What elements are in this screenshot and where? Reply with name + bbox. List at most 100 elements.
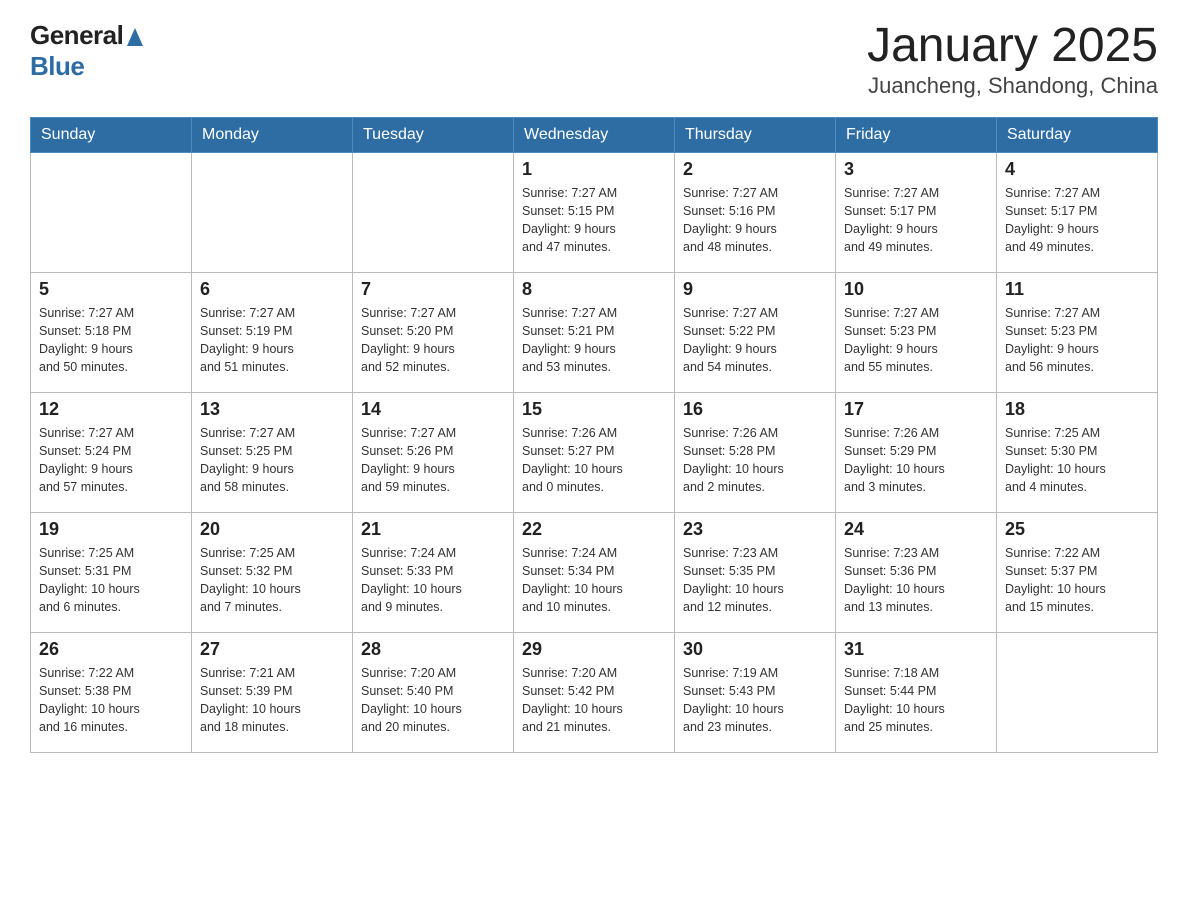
day-info: Sunrise: 7:24 AMSunset: 5:34 PMDaylight:…: [522, 544, 666, 617]
day-number: 30: [683, 639, 827, 660]
table-row: 15 Sunrise: 7:26 AMSunset: 5:27 PMDayligh…: [514, 392, 675, 512]
day-info: Sunrise: 7:27 AMSunset: 5:20 PMDaylight:…: [361, 304, 505, 377]
day-number: 12: [39, 399, 183, 420]
day-number: 27: [200, 639, 344, 660]
day-number: 2: [683, 159, 827, 180]
day-info: Sunrise: 7:26 AMSunset: 5:28 PMDaylight:…: [683, 424, 827, 497]
table-row: 19 Sunrise: 7:25 AMSunset: 5:31 PMDayligh…: [31, 512, 192, 632]
day-info: Sunrise: 7:27 AMSunset: 5:26 PMDaylight:…: [361, 424, 505, 497]
day-number: 8: [522, 279, 666, 300]
title-block: January 2025 Juancheng, Shandong, China: [867, 20, 1158, 99]
header-friday: Friday: [836, 117, 997, 152]
logo-blue-text: Blue: [30, 51, 84, 81]
table-row: 5 Sunrise: 7:27 AMSunset: 5:18 PMDaylight…: [31, 272, 192, 392]
day-info: Sunrise: 7:27 AMSunset: 5:15 PMDaylight:…: [522, 184, 666, 257]
table-row: 12 Sunrise: 7:27 AMSunset: 5:24 PMDayligh…: [31, 392, 192, 512]
day-info: Sunrise: 7:27 AMSunset: 5:22 PMDaylight:…: [683, 304, 827, 377]
logo: General Blue: [30, 20, 145, 82]
table-row: 25Sunrise: 7:22 AMSunset: 5:37 PMDayligh…: [997, 512, 1158, 632]
day-info: Sunrise: 7:26 AMSunset: 5:29 PMDaylight:…: [844, 424, 988, 497]
day-number: 13: [200, 399, 344, 420]
table-row: [192, 152, 353, 272]
day-number: 3: [844, 159, 988, 180]
day-number: 4: [1005, 159, 1149, 180]
calendar-week-row: 12 Sunrise: 7:27 AMSunset: 5:24 PMDayligh…: [31, 392, 1158, 512]
day-info: Sunrise: 7:18 AMSunset: 5:44 PMDaylight:…: [844, 664, 988, 737]
day-info: Sunrise: 7:27 AMSunset: 5:23 PMDaylight:…: [1005, 304, 1149, 377]
header-tuesday: Tuesday: [353, 117, 514, 152]
day-info: Sunrise: 7:27 AMSunset: 5:24 PMDaylight:…: [39, 424, 183, 497]
table-row: 23Sunrise: 7:23 AMSunset: 5:35 PMDayligh…: [675, 512, 836, 632]
day-number: 5: [39, 279, 183, 300]
table-row: 21 Sunrise: 7:24 AMSunset: 5:33 PMDayligh…: [353, 512, 514, 632]
calendar-week-row: 26Sunrise: 7:22 AMSunset: 5:38 PMDayligh…: [31, 632, 1158, 752]
day-number: 20: [200, 519, 344, 540]
table-row: 2 Sunrise: 7:27 AMSunset: 5:16 PMDaylight…: [675, 152, 836, 272]
day-info: Sunrise: 7:27 AMSunset: 5:17 PMDaylight:…: [844, 184, 988, 257]
table-row: 13 Sunrise: 7:27 AMSunset: 5:25 PMDayligh…: [192, 392, 353, 512]
day-info: Sunrise: 7:27 AMSunset: 5:21 PMDaylight:…: [522, 304, 666, 377]
day-info: Sunrise: 7:27 AMSunset: 5:25 PMDaylight:…: [200, 424, 344, 497]
table-row: 26Sunrise: 7:22 AMSunset: 5:38 PMDayligh…: [31, 632, 192, 752]
day-info: Sunrise: 7:25 AMSunset: 5:31 PMDaylight:…: [39, 544, 183, 617]
day-number: 21: [361, 519, 505, 540]
table-row: 17 Sunrise: 7:26 AMSunset: 5:29 PMDayligh…: [836, 392, 997, 512]
day-number: 29: [522, 639, 666, 660]
day-info: Sunrise: 7:22 AMSunset: 5:38 PMDaylight:…: [39, 664, 183, 737]
table-row: 9 Sunrise: 7:27 AMSunset: 5:22 PMDaylight…: [675, 272, 836, 392]
day-number: 19: [39, 519, 183, 540]
table-row: 30Sunrise: 7:19 AMSunset: 5:43 PMDayligh…: [675, 632, 836, 752]
table-row: 22Sunrise: 7:24 AMSunset: 5:34 PMDayligh…: [514, 512, 675, 632]
table-row: 14Sunrise: 7:27 AMSunset: 5:26 PMDayligh…: [353, 392, 514, 512]
day-number: 9: [683, 279, 827, 300]
table-row: 7Sunrise: 7:27 AMSunset: 5:20 PMDaylight…: [353, 272, 514, 392]
day-info: Sunrise: 7:27 AMSunset: 5:23 PMDaylight:…: [844, 304, 988, 377]
header-monday: Monday: [192, 117, 353, 152]
table-row: 3 Sunrise: 7:27 AMSunset: 5:17 PMDaylight…: [836, 152, 997, 272]
day-number: 18: [1005, 399, 1149, 420]
day-number: 6: [200, 279, 344, 300]
day-number: 16: [683, 399, 827, 420]
day-info: Sunrise: 7:23 AMSunset: 5:36 PMDaylight:…: [844, 544, 988, 617]
day-number: 10: [844, 279, 988, 300]
day-number: 15: [522, 399, 666, 420]
day-info: Sunrise: 7:24 AMSunset: 5:33 PMDaylight:…: [361, 544, 505, 617]
logo-general-text: General: [30, 20, 123, 51]
table-row: [997, 632, 1158, 752]
day-number: 1: [522, 159, 666, 180]
table-row: 1 Sunrise: 7:27 AMSunset: 5:15 PMDaylight…: [514, 152, 675, 272]
table-row: 16 Sunrise: 7:26 AMSunset: 5:28 PMDayligh…: [675, 392, 836, 512]
table-row: 18 Sunrise: 7:25 AMSunset: 5:30 PMDayligh…: [997, 392, 1158, 512]
day-number: 24: [844, 519, 988, 540]
day-info: Sunrise: 7:21 AMSunset: 5:39 PMDaylight:…: [200, 664, 344, 737]
calendar-week-row: 1 Sunrise: 7:27 AMSunset: 5:15 PMDaylight…: [31, 152, 1158, 272]
table-row: [31, 152, 192, 272]
page-header: General Blue January 2025 Juancheng, Sha…: [30, 20, 1158, 99]
calendar-subtitle: Juancheng, Shandong, China: [867, 73, 1158, 99]
day-info: Sunrise: 7:25 AMSunset: 5:32 PMDaylight:…: [200, 544, 344, 617]
table-row: 31 Sunrise: 7:18 AMSunset: 5:44 PMDayligh…: [836, 632, 997, 752]
day-info: Sunrise: 7:23 AMSunset: 5:35 PMDaylight:…: [683, 544, 827, 617]
day-info: Sunrise: 7:25 AMSunset: 5:30 PMDaylight:…: [1005, 424, 1149, 497]
day-info: Sunrise: 7:27 AMSunset: 5:16 PMDaylight:…: [683, 184, 827, 257]
table-row: 4 Sunrise: 7:27 AMSunset: 5:17 PMDaylight…: [997, 152, 1158, 272]
day-info: Sunrise: 7:20 AMSunset: 5:42 PMDaylight:…: [522, 664, 666, 737]
table-row: 11 Sunrise: 7:27 AMSunset: 5:23 PMDayligh…: [997, 272, 1158, 392]
calendar-header-row: Sunday Monday Tuesday Wednesday Thursday…: [31, 117, 1158, 152]
day-info: Sunrise: 7:26 AMSunset: 5:27 PMDaylight:…: [522, 424, 666, 497]
day-number: 11: [1005, 279, 1149, 300]
logo-triangle-icon: [125, 26, 145, 48]
table-row: 8 Sunrise: 7:27 AMSunset: 5:21 PMDaylight…: [514, 272, 675, 392]
day-info: Sunrise: 7:27 AMSunset: 5:19 PMDaylight:…: [200, 304, 344, 377]
header-sunday: Sunday: [31, 117, 192, 152]
table-row: 20 Sunrise: 7:25 AMSunset: 5:32 PMDayligh…: [192, 512, 353, 632]
day-number: 17: [844, 399, 988, 420]
header-thursday: Thursday: [675, 117, 836, 152]
day-info: Sunrise: 7:27 AMSunset: 5:17 PMDaylight:…: [1005, 184, 1149, 257]
day-number: 31: [844, 639, 988, 660]
header-wednesday: Wednesday: [514, 117, 675, 152]
table-row: 10 Sunrise: 7:27 AMSunset: 5:23 PMDayligh…: [836, 272, 997, 392]
day-info: Sunrise: 7:27 AMSunset: 5:18 PMDaylight:…: [39, 304, 183, 377]
calendar-week-row: 5 Sunrise: 7:27 AMSunset: 5:18 PMDaylight…: [31, 272, 1158, 392]
day-info: Sunrise: 7:22 AMSunset: 5:37 PMDaylight:…: [1005, 544, 1149, 617]
